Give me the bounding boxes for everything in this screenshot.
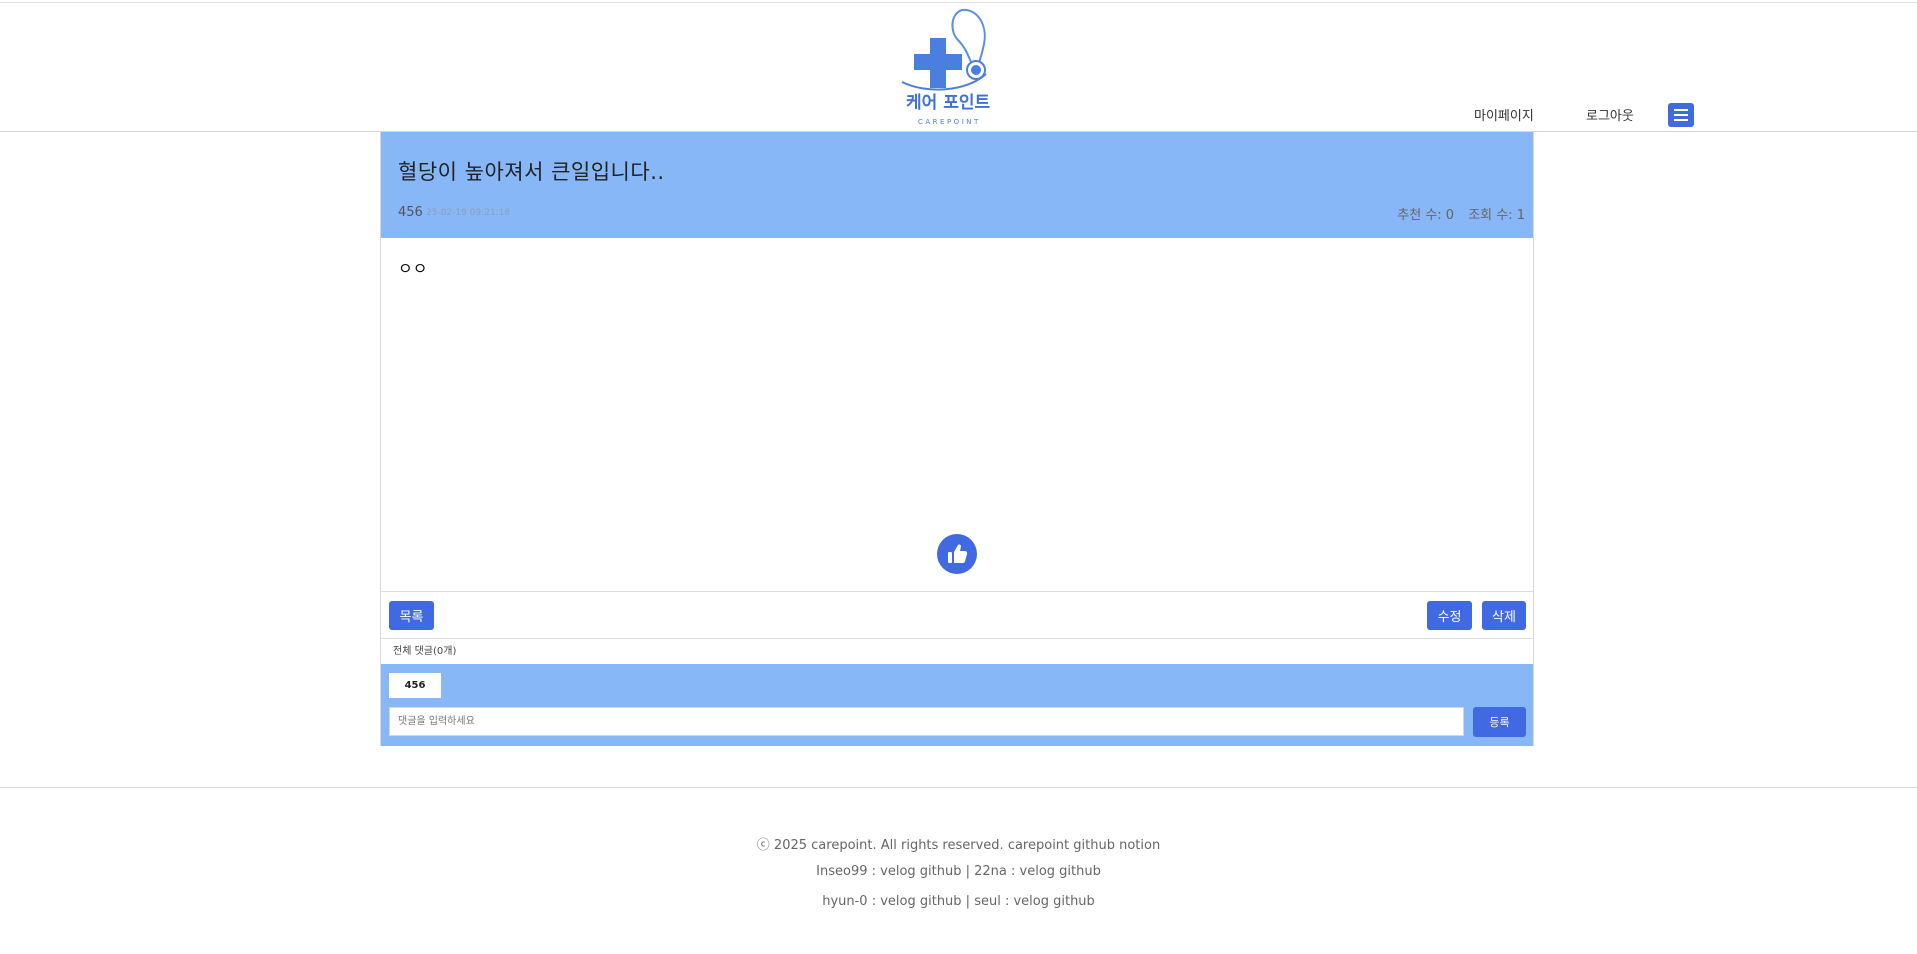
hamburger-icon-bar	[1674, 114, 1688, 116]
delete-button[interactable]: 삭제	[1482, 601, 1526, 630]
nav-mypage-link[interactable]: 마이페이지	[1474, 105, 1534, 124]
post-body: ㅇㅇ	[398, 259, 428, 278]
edit-button[interactable]: 수정	[1427, 601, 1472, 630]
comment-form: 456 등록	[381, 664, 1533, 746]
site-logo[interactable]: 케어 포인트 CAREPOINT	[896, 4, 1020, 128]
post-date: 25-02-19 09:21:18	[426, 208, 511, 218]
hamburger-icon	[1674, 109, 1688, 111]
menu-button[interactable]	[1668, 103, 1694, 127]
hamburger-icon-bar	[1674, 119, 1688, 121]
post-stats: 추천 수: 0 조회 수: 1	[1397, 204, 1525, 223]
post-card: 혈당이 높아져서 큰일입니다.. 456 25-02-19 09:21:18 추…	[380, 132, 1534, 746]
comment-count: 전체 댓글(0개)	[393, 646, 457, 657]
comment-submit-button[interactable]: 등록	[1473, 707, 1526, 737]
footer-copyright: ⓒ 2025 carepoint. All rights reserved. c…	[756, 838, 1161, 853]
logo-subtext: CAREPOINT	[918, 118, 981, 126]
post-action-bar: 목록 수정 삭제	[381, 591, 1533, 639]
logo-text: 케어 포인트	[906, 93, 990, 113]
care-plus-stethoscope-logo: 케어 포인트 CAREPOINT	[901, 8, 990, 126]
recommend-count: 추천 수: 0	[1397, 208, 1455, 223]
comment-username: 456	[389, 673, 441, 698]
post-header: 혈당이 높아져서 큰일입니다.. 456 25-02-19 09:21:18 추…	[381, 132, 1533, 238]
list-button[interactable]: 목록	[389, 601, 434, 630]
post-author: 456	[398, 205, 423, 220]
footer-credits-1: Inseo99 : velog github | 22na : velog gi…	[816, 864, 1101, 879]
footer-divider	[0, 787, 1917, 788]
view-count: 조회 수: 1	[1468, 208, 1525, 223]
post-title: 혈당이 높아져서 큰일입니다..	[398, 160, 665, 184]
comment-input[interactable]	[389, 707, 1464, 736]
nav-logout-link[interactable]: 로그아웃	[1586, 105, 1634, 124]
site-header: 케어 포인트 CAREPOINT 마이페이지 로그아웃	[0, 0, 1917, 132]
thumbs-up-icon	[948, 544, 968, 563]
like-button[interactable]	[937, 534, 977, 574]
footer-credits-2: hyun-0 : velog github | seul : velog git…	[822, 894, 1095, 909]
